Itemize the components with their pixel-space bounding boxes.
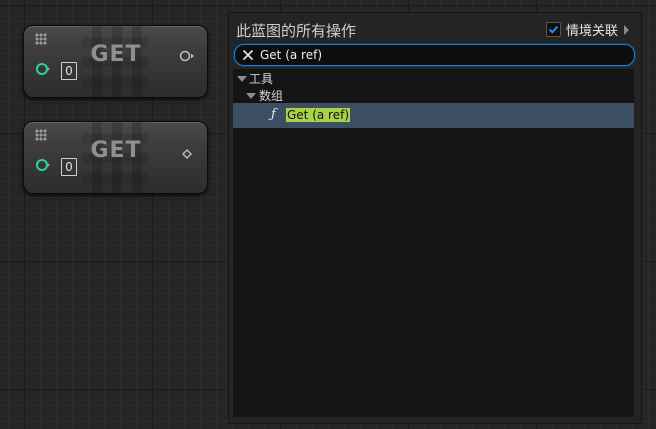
get-node-copy[interactable]: GET 0 [23,121,208,194]
grip-icon[interactable] [35,129,47,141]
index-input[interactable]: 0 [61,158,77,176]
action-menu-panel: 此蓝图的所有操作 情境关联 工具 数组 ƒ Get (a ref) [228,12,642,424]
index-input[interactable]: 0 [61,62,77,80]
search-input[interactable] [260,45,620,65]
tree-item-get-a-ref[interactable]: ƒ Get (a ref) [233,103,634,128]
panel-title: 此蓝图的所有操作 [236,22,357,40]
check-icon [548,25,559,34]
function-icon: ƒ [271,107,276,122]
context-sensitive-label: 情境关联 [565,24,618,39]
context-sensitive-checkbox[interactable] [545,22,561,37]
expand-arrow-icon[interactable] [624,24,629,35]
array-input-pin-icon[interactable] [36,158,50,172]
clear-search-icon[interactable] [241,48,255,62]
collapse-triangle-icon[interactable] [246,93,256,99]
get-node-ref[interactable]: GET 0 [23,25,208,98]
action-tree: 工具 数组 ƒ Get (a ref) [233,69,634,417]
output-diamond-pin-icon[interactable] [179,148,195,160]
node-title: GET [90,138,142,163]
output-pin-icon[interactable] [179,50,195,62]
search-box[interactable] [234,44,635,66]
array-input-pin-icon[interactable] [36,62,50,76]
grip-icon[interactable] [35,33,47,45]
context-sensitive-toggle[interactable]: 情境关联 [545,20,629,39]
item-label: Get (a ref) [286,108,351,122]
node-title: GET [90,42,142,67]
collapse-triangle-icon[interactable] [237,76,247,82]
